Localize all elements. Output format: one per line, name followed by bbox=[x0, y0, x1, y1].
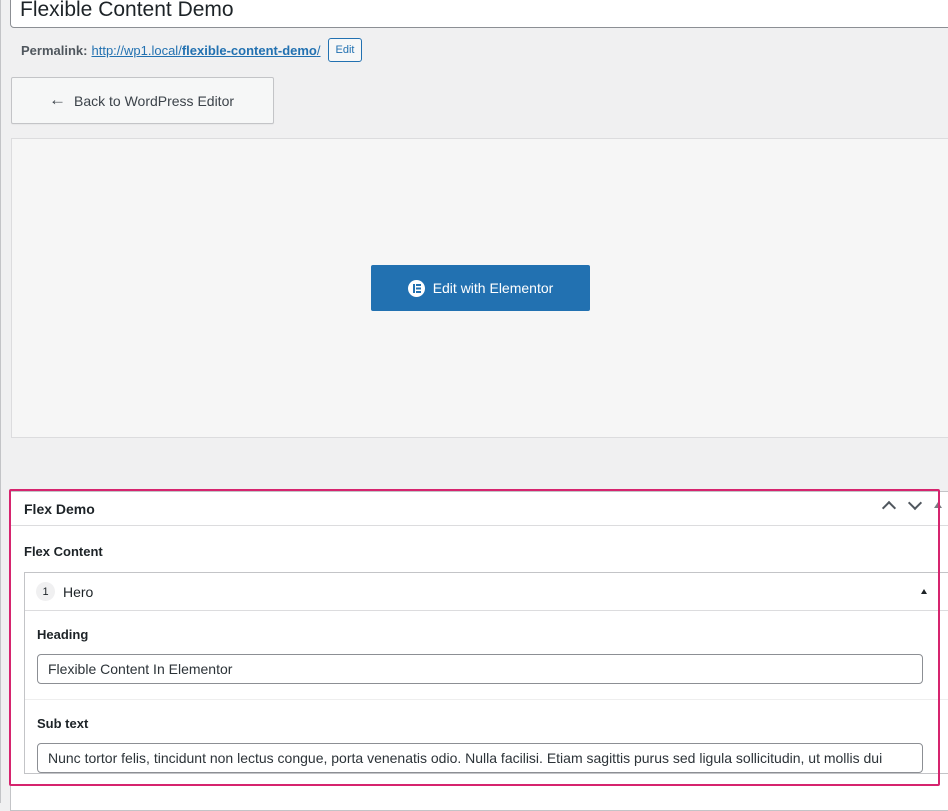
permalink-edit-button[interactable]: Edit bbox=[327, 38, 363, 62]
back-button-label: Back to WordPress Editor bbox=[74, 92, 235, 109]
edit-with-elementor-button[interactable]: Edit with Elementor bbox=[371, 265, 590, 311]
layout-name: Hero bbox=[63, 583, 94, 600]
toggle-panel-icon[interactable] bbox=[934, 502, 942, 508]
permalink-slug: flexible-content-demo bbox=[181, 42, 317, 58]
metabox-title: Flex Demo bbox=[24, 500, 95, 517]
metabox-body: Flex Content 1 Hero Heading Flexible Con… bbox=[11, 526, 948, 774]
flex-demo-metabox: Flex Demo Flex Content 1 Hero Heading Fl… bbox=[10, 491, 948, 811]
heading-input[interactable]: Flexible Content In Elementor bbox=[37, 654, 923, 684]
elementor-icon bbox=[407, 279, 425, 297]
post-title-input[interactable]: Flexible Content Demo bbox=[10, 0, 948, 28]
arrow-left-icon: ← bbox=[49, 90, 66, 109]
permalink-link[interactable]: http://wp1.local/flexible-content-demo/ bbox=[91, 43, 320, 58]
metabox-controls bbox=[882, 499, 942, 511]
back-to-wordpress-editor-button[interactable]: ← Back to WordPress Editor bbox=[11, 77, 274, 124]
subtext-input[interactable]: Nunc tortor felis, tincidunt non lectus … bbox=[37, 743, 923, 773]
permalink-label: Permalink: bbox=[21, 42, 88, 58]
heading-label: Heading bbox=[37, 627, 89, 642]
layout-header[interactable]: 1 Hero bbox=[25, 573, 948, 611]
subtext-field: Sub text Nunc tortor felis, tincidunt no… bbox=[25, 700, 948, 773]
collapse-layout-icon[interactable] bbox=[921, 589, 927, 594]
layout-order-badge: 1 bbox=[36, 582, 55, 601]
flex-layout-hero: 1 Hero Heading Flexible Content In Eleme… bbox=[24, 572, 948, 774]
move-down-icon[interactable] bbox=[908, 499, 920, 511]
flex-content-label: Flex Content bbox=[24, 544, 103, 559]
move-up-icon[interactable] bbox=[882, 499, 894, 511]
left-border bbox=[0, 0, 1, 803]
permalink-trailing: / bbox=[316, 42, 321, 58]
elementor-button-label: Edit with Elementor bbox=[432, 280, 554, 296]
heading-field: Heading Flexible Content In Elementor bbox=[25, 611, 948, 700]
permalink-row: Permalink: http://wp1.local/flexible-con… bbox=[21, 38, 363, 62]
metabox-header: Flex Demo bbox=[11, 492, 948, 526]
permalink-base: http://wp1.local/ bbox=[91, 42, 182, 58]
subtext-label: Sub text bbox=[37, 716, 89, 731]
